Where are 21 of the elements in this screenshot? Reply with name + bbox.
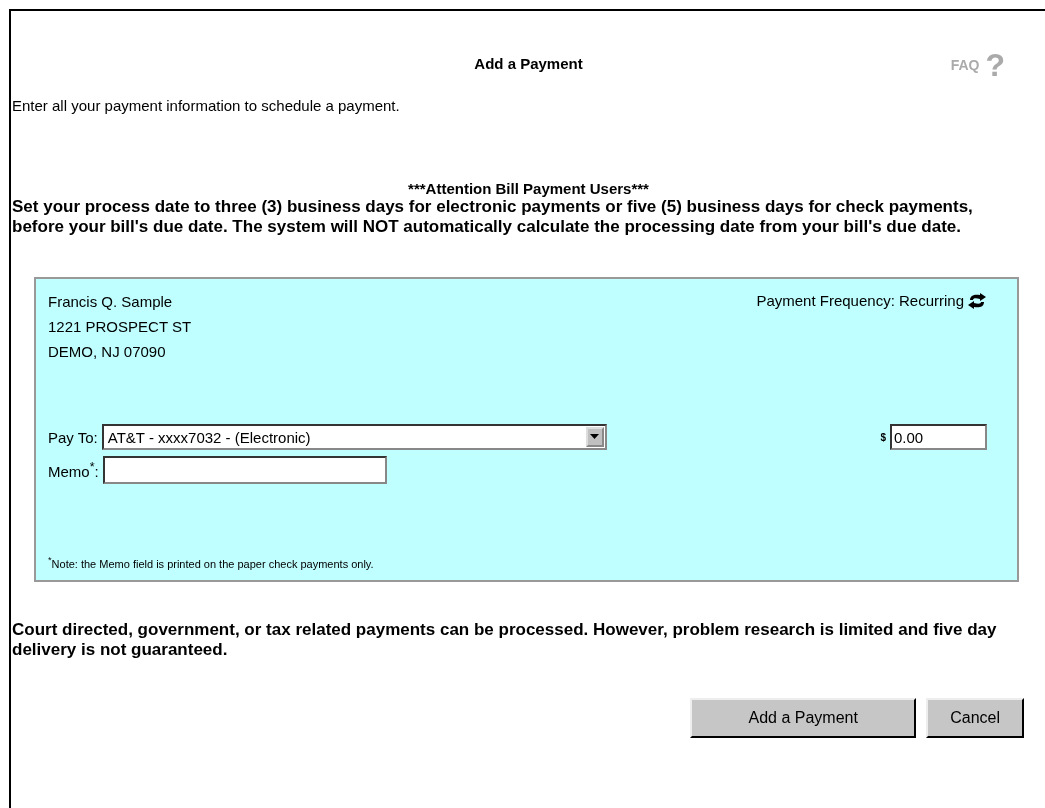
add-payment-button[interactable]: Add a Payment xyxy=(690,698,917,738)
amount-field[interactable]: 0.00 xyxy=(890,424,987,450)
memo-label: Memo$^{*}$: xyxy=(48,460,99,480)
payee-dropdown[interactable]: AT&T - xxxx7032 - (Electronic) xyxy=(101,424,607,450)
page-title: Add a Payment xyxy=(474,54,583,72)
memo-field[interactable] xyxy=(102,456,387,484)
intro-text: Enter all your payment information to schedule a payment. xyxy=(12,97,401,114)
disclaimer-text: Court directed, government, or tax related payments can be processed. However, problem research is limited and five day delivery is not guaranteed. xyxy=(12,620,998,660)
attention-text: Set your process date to three (3) business days for electronic payments or five (5) business days for check payments, before your bill's due date. The system will NOT automatically calculate the processing date from your bill's due date. xyxy=(12,197,974,237)
recurring-icon xyxy=(967,293,987,309)
memo-note: $^{*}$Note: the Memo field is printed on the paper check payments only. xyxy=(48,555,375,570)
address-line: DEMO, NJ 07090 xyxy=(48,342,167,362)
caret-icon xyxy=(585,427,604,447)
pay-to-label: Pay To: xyxy=(48,428,98,446)
address-line: 1221 PROSPECT ST xyxy=(48,317,192,337)
currency-symbol: $ xyxy=(880,431,886,443)
attention-heading: ***Attention Bill Payment Users*** xyxy=(407,180,650,197)
address-line: Francis Q. Sample xyxy=(48,292,174,312)
help-icon: ? xyxy=(985,51,1005,79)
cancel-button[interactable]: Cancel xyxy=(926,698,1024,738)
frequency-text: Payment Frequency: Recurring xyxy=(756,292,964,309)
